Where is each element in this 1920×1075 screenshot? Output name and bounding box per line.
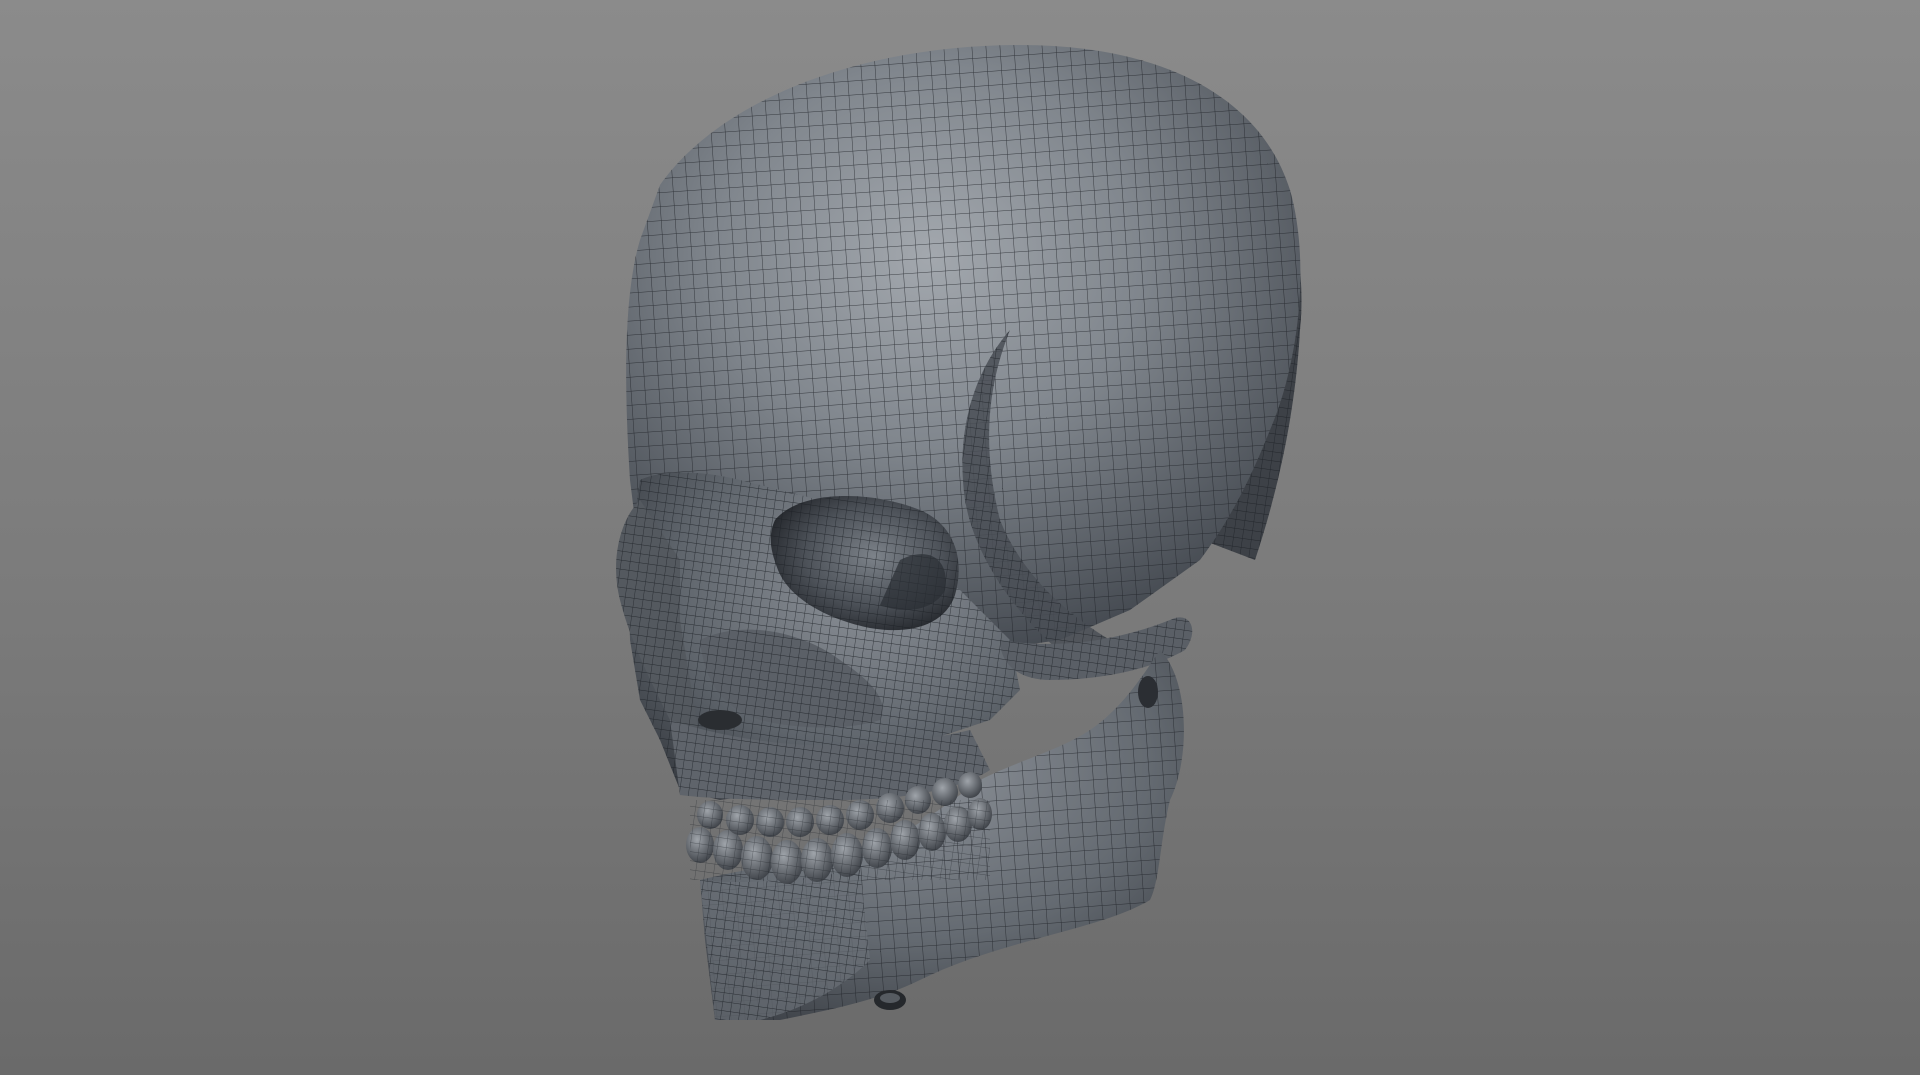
- skull-wireframe-model[interactable]: [0, 0, 1920, 1075]
- 3d-viewport[interactable]: [0, 0, 1920, 1075]
